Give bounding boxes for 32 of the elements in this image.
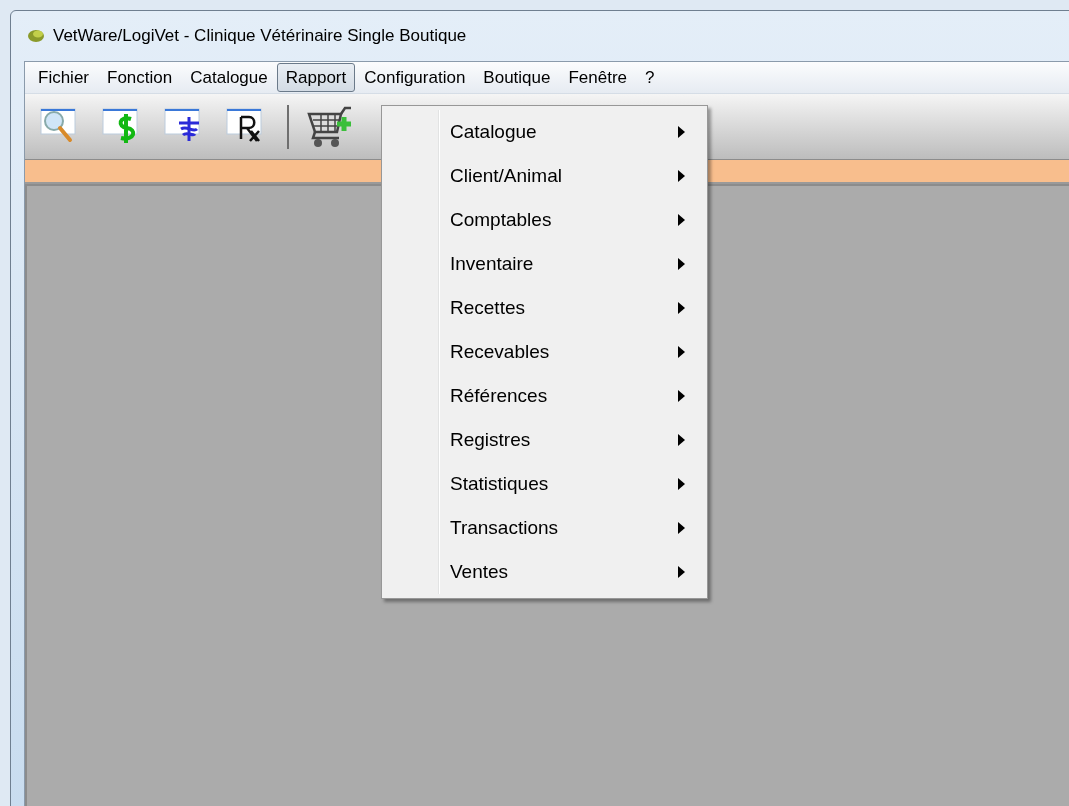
submenu-arrow-icon	[678, 170, 685, 182]
submenu-arrow-icon	[678, 478, 685, 490]
submenu-arrow-icon	[678, 522, 685, 534]
menu-item[interactable]: Boutique	[474, 62, 560, 93]
menu-item[interactable]: Fichier	[29, 62, 98, 93]
submenu-arrow-icon	[678, 566, 685, 578]
menu-option[interactable]: Comptables	[382, 198, 707, 242]
menu-option[interactable]: Client/Animal	[382, 154, 707, 198]
menu-option[interactable]: Statistiques	[382, 462, 707, 506]
submenu-arrow-icon	[678, 302, 685, 314]
menu-item[interactable]: Fenêtre	[559, 62, 637, 93]
submenu-arrow-icon	[678, 390, 685, 402]
submenu-arrow-icon	[678, 346, 685, 358]
menu-item[interactable]: Rapport	[276, 62, 356, 93]
menu-option[interactable]: Transactions	[382, 506, 707, 550]
menu-item[interactable]: Catalogue	[181, 62, 277, 93]
app-icon	[27, 29, 45, 43]
menu-option[interactable]: Registres	[382, 418, 707, 462]
menu-item[interactable]: Fonction	[98, 62, 182, 93]
window-title: VetWare/LogiVet - Clinique Vétérinaire Single Boutique	[53, 25, 467, 48]
submenu-arrow-icon	[678, 126, 685, 138]
menu-option[interactable]: Ventes	[382, 550, 707, 594]
submenu-arrow-icon	[678, 214, 685, 226]
cart-add-icon[interactable]	[307, 105, 353, 148]
menu-item[interactable]: Configuration	[355, 62, 475, 93]
menu-item[interactable]: ?	[636, 62, 664, 93]
menu-option[interactable]: Recettes	[382, 286, 707, 330]
menu-option[interactable]: Inventaire	[382, 242, 707, 286]
menu-option[interactable]: Références	[382, 374, 707, 418]
submenu-arrow-icon	[678, 434, 685, 446]
menu-option[interactable]: Recevables	[382, 330, 707, 374]
submenu-arrow-icon	[678, 258, 685, 270]
